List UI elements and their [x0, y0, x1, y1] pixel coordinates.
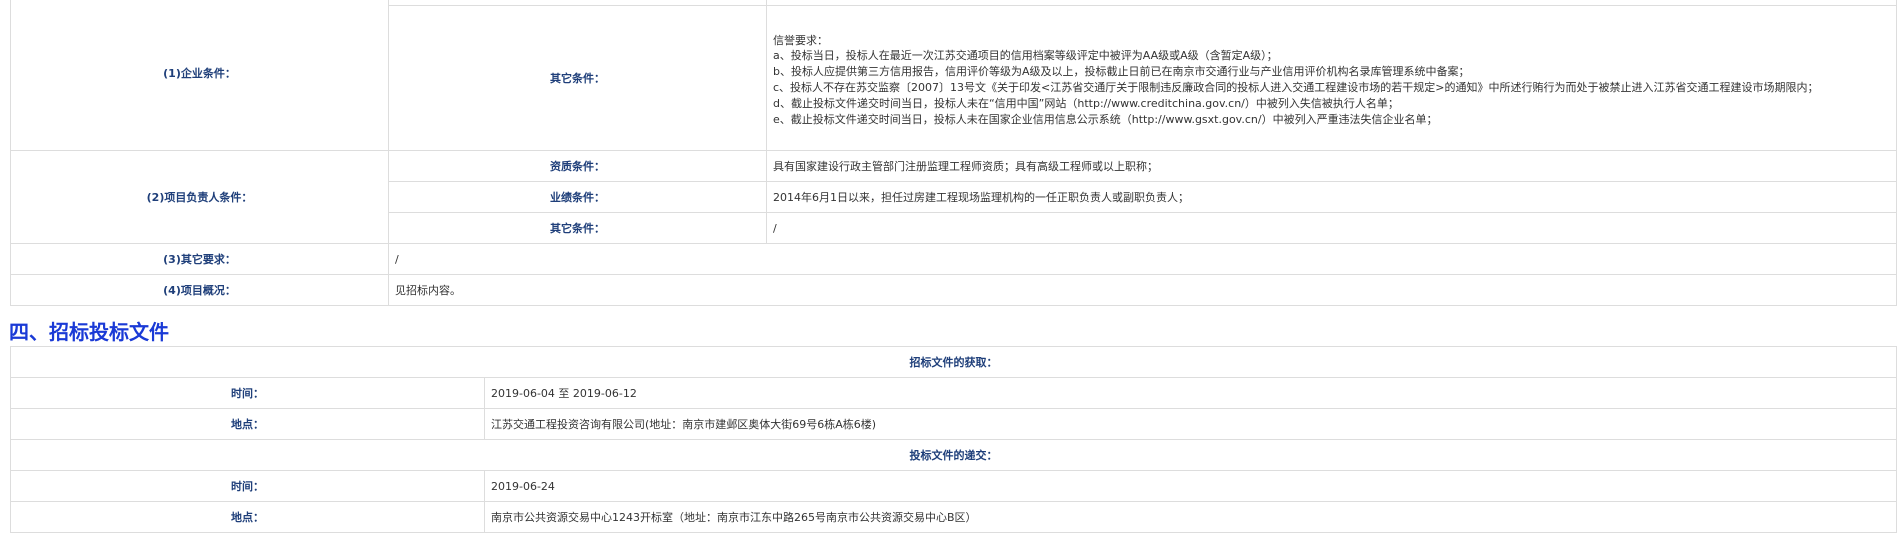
overview-value: 见招标内容。	[388, 274, 1897, 306]
table-row: 时间： 2019-06-04 至 2019-06-12	[10, 377, 1897, 409]
submit-header: 投标文件的递交：	[10, 439, 1897, 471]
enterprise-other-value: 信誉要求： a、投标当日，投标人在最近一次江苏交通项目的信用档案等级评定中被评为…	[766, 5, 1897, 151]
manager-perf-label: 业绩条件：	[388, 181, 767, 213]
credit-item-a: a、投标当日，投标人在最近一次江苏交通项目的信用档案等级评定中被评为AA级或A级…	[773, 49, 1278, 63]
obtain-place-value: 江苏交通工程投资咨询有限公司(地址：南京市建邺区奥体大街69号6栋A栋6楼)	[484, 408, 1897, 440]
obtain-time-value: 2019-06-04 至 2019-06-12	[484, 377, 1897, 409]
obtain-header: 招标文件的获取：	[10, 346, 1897, 378]
table-row: 地点： 江苏交通工程投资咨询有限公司(地址：南京市建邺区奥体大街69号6栋A栋6…	[10, 408, 1897, 440]
table-row: 地点： 南京市公共资源交易中心1243开标室（地址：南京市江东中路265号南京市…	[10, 501, 1897, 533]
overview-label: (4)项目概况：	[10, 274, 389, 306]
enterprise-label: (1)企业条件：	[10, 0, 389, 151]
submit-time-label: 时间：	[10, 470, 485, 502]
table-row: 招标文件的获取：	[10, 346, 1897, 378]
other-req-label: (3)其它要求：	[10, 243, 389, 275]
enterprise-other-label: 其它条件：	[388, 5, 767, 151]
manager-perf-value: 2014年6月1日以来，担任过房建工程现场监理机构的一任正职负责人或副职负责人；	[766, 181, 1897, 213]
submit-place-value: 南京市公共资源交易中心1243开标室（地址：南京市江东中路265号南京市公共资源…	[484, 501, 1897, 533]
credit-title: 信誉要求：	[773, 33, 828, 47]
obtain-time-label: 时间：	[10, 377, 485, 409]
credit-item-c: c、投标人不存在苏交监察〔2007〕13号文《关于印发<江苏省交通厅关于限制违反…	[773, 81, 1819, 94]
submit-place-label: 地点：	[10, 501, 485, 533]
manager-label: (2)项目负责人条件：	[10, 150, 389, 244]
submit-time-value: 2019-06-24	[484, 470, 1897, 502]
manager-qual-value: 具有国家建设行政主管部门注册监理工程师资质；具有高级工程师或以上职称；	[766, 150, 1897, 182]
table-row: (3)其它要求： /	[10, 243, 1897, 275]
credit-item-e: e、截止投标文件递交时间当日，投标人未在国家企业信用信息公示系统（http://…	[773, 112, 1438, 126]
manager-qual-label: 资质条件：	[388, 150, 767, 182]
table-row: (4)项目概况： 见招标内容。	[10, 274, 1897, 306]
manager-other-label: 其它条件：	[388, 212, 767, 244]
credit-item-b: b、投标人应提供第三方信用报告，信用评价等级为A级及以上，投标截止日前已在南京市…	[773, 65, 1470, 79]
qualification-table: (1)企业条件： 其它条件： 信誉要求： a、投标当日，投标人在最近一次江苏交通…	[10, 0, 1897, 306]
table-row: 投标文件的递交：	[10, 439, 1897, 471]
credit-item-d: d、截止投标文件递交时间当日，投标人未在“信用中国”网站（http://www.…	[773, 96, 1399, 110]
section-title: 四、招标投标文件	[9, 320, 169, 344]
manager-other-value: /	[766, 212, 1897, 244]
obtain-place-label: 地点：	[10, 408, 485, 440]
table-row: (2)项目负责人条件： 资质条件： 具有国家建设行政主管部门注册监理工程师资质；…	[10, 150, 1897, 244]
documents-table: 招标文件的获取： 时间： 2019-06-04 至 2019-06-12 地点：…	[10, 346, 1897, 533]
other-req-value: /	[388, 243, 1897, 275]
table-row: 时间： 2019-06-24	[10, 470, 1897, 502]
